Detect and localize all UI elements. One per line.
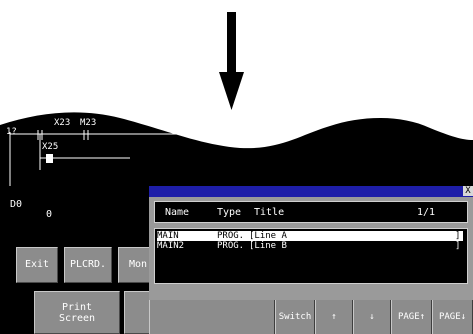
page-down-button[interactable]: PAGE↓ [432,300,473,334]
program-type: PROG. [217,231,245,241]
dialog-title-bar[interactable]: X [149,186,473,197]
column-header-title: Title [254,207,285,218]
column-header-name: Name [165,207,190,218]
down-arrow-button[interactable]: ↓ [353,300,391,334]
program-type: PROG. [217,241,245,251]
register-label: D0 [10,199,23,210]
column-header-type: Type [217,207,242,218]
page-indicator: 1/1 [417,207,436,218]
close-icon[interactable]: X [463,186,473,196]
program-title-end: ] [455,231,461,241]
print-screen-label: Screen [58,313,96,324]
ladder-device-label: X23 [54,118,71,128]
ladder-device-label: 1? [6,127,17,137]
list-item[interactable]: MAIN2 PROG. [Line B ] [157,241,463,251]
dialog-footer: Switch ↑ ↓ PAGE↑ PAGE↓ [149,300,473,334]
plcrd-button[interactable]: PLCRD. [64,247,112,283]
register-value: 0 [46,209,53,220]
ladder-device-label: M23 [80,118,97,128]
program-name: MAIN [157,231,179,241]
program-list: MAIN PROG. [Line A ] MAIN2 PROG. [Line B… [154,228,468,284]
program-list-header: Name Type Title 1/1 [154,201,468,223]
program-name: MAIN2 [157,241,185,251]
list-item[interactable]: MAIN PROG. [Line A ] [157,231,463,241]
print-screen-label: Print [61,302,93,313]
exit-button[interactable]: Exit [16,247,58,283]
page-up-button[interactable]: PAGE↑ [391,300,432,334]
ladder-device-label: X25 [42,142,59,152]
print-screen-button[interactable]: Print Screen [34,291,120,334]
switch-button[interactable]: Switch [275,300,315,334]
program-title-end: ] [455,241,461,251]
program-title: [Line B [249,241,287,251]
up-arrow-button[interactable]: ↑ [315,300,353,334]
program-title: [Line A [249,231,287,241]
footer-blank-button [149,300,275,334]
program-list-dialog: X Name Type Title 1/1 MAIN PROG. [Line A… [149,186,473,334]
